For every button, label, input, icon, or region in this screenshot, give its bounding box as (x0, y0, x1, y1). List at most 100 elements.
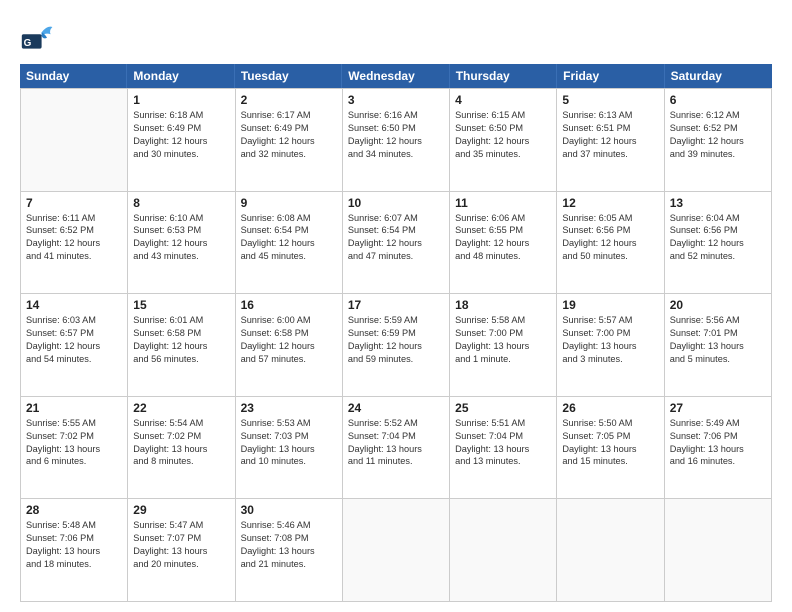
sunset: Sunset: 6:58 PM (241, 327, 337, 340)
sunset: Sunset: 7:00 PM (455, 327, 551, 340)
daylight-hours: Daylight: 12 hours (455, 237, 551, 250)
day-4: 4Sunrise: 6:15 AMSunset: 6:50 PMDaylight… (450, 89, 557, 191)
daylight-hours: Daylight: 12 hours (348, 237, 444, 250)
daylight-minutes: and 11 minutes. (348, 455, 444, 468)
daylight-minutes: and 1 minute. (455, 353, 551, 366)
week-1: 1Sunrise: 6:18 AMSunset: 6:49 PMDaylight… (21, 89, 772, 192)
sunrise: Sunrise: 5:52 AM (348, 417, 444, 430)
day-15: 15Sunrise: 6:01 AMSunset: 6:58 PMDayligh… (128, 294, 235, 396)
sunset: Sunset: 6:54 PM (241, 224, 337, 237)
daylight-minutes: and 34 minutes. (348, 148, 444, 161)
sunset: Sunset: 6:53 PM (133, 224, 229, 237)
daylight-minutes: and 35 minutes. (455, 148, 551, 161)
daylight-minutes: and 52 minutes. (670, 250, 766, 263)
sunset: Sunset: 7:08 PM (241, 532, 337, 545)
sunset: Sunset: 6:54 PM (348, 224, 444, 237)
day-1: 1Sunrise: 6:18 AMSunset: 6:49 PMDaylight… (128, 89, 235, 191)
sunrise: Sunrise: 6:15 AM (455, 109, 551, 122)
sunrise: Sunrise: 5:49 AM (670, 417, 766, 430)
day-number: 14 (26, 298, 122, 312)
day-header-saturday: Saturday (665, 64, 772, 88)
day-27: 27 Sunrise: 5:49 AMSunset: 7:06 PMDayligh… (665, 397, 772, 499)
sunset: Sunset: 7:06 PM (26, 532, 122, 545)
daylight-minutes: and 37 minutes. (562, 148, 658, 161)
sunset: Sunset: 6:50 PM (455, 122, 551, 135)
day-header-wednesday: Wednesday (342, 64, 449, 88)
daylight-hours: Daylight: 13 hours (455, 340, 551, 353)
page: G SundayMondayTuesdayWednesdayThursdayFr… (0, 0, 792, 612)
daylight-hours: Daylight: 12 hours (241, 340, 337, 353)
sunset: Sunset: 6:49 PM (133, 122, 229, 135)
daylight-minutes: and 5 minutes. (670, 353, 766, 366)
daylight-hours: Daylight: 12 hours (133, 135, 229, 148)
day-number: 16 (241, 298, 337, 312)
sunrise: Sunrise: 6:12 AM (670, 109, 766, 122)
sunset: Sunset: 6:50 PM (348, 122, 444, 135)
daylight-hours: Daylight: 12 hours (562, 135, 658, 148)
sunrise: Sunrise: 6:08 AM (241, 212, 337, 225)
day-23: 23Sunrise: 5:53 AMSunset: 7:03 PMDayligh… (236, 397, 343, 499)
daylight-minutes: and 6 minutes. (26, 455, 122, 468)
daylight-minutes: and 3 minutes. (562, 353, 658, 366)
day-3: 3Sunrise: 6:16 AMSunset: 6:50 PMDaylight… (343, 89, 450, 191)
week-4: 21Sunrise: 5:55 AMSunset: 7:02 PMDayligh… (21, 397, 772, 500)
sunrise: Sunrise: 5:48 AM (26, 519, 122, 532)
empty-cell (450, 499, 557, 601)
week-2: 7Sunrise: 6:11 AMSunset: 6:52 PMDaylight… (21, 192, 772, 295)
day-number: 25 (455, 401, 551, 415)
day-number: 13 (670, 196, 766, 210)
day-number: 4 (455, 93, 551, 107)
daylight-minutes: and 41 minutes. (26, 250, 122, 263)
sunset: Sunset: 7:07 PM (133, 532, 229, 545)
day-11: 11Sunrise: 6:06 AMSunset: 6:55 PMDayligh… (450, 192, 557, 294)
day-8: 8Sunrise: 6:10 AMSunset: 6:53 PMDaylight… (128, 192, 235, 294)
day-19: 19Sunrise: 5:57 AMSunset: 7:00 PMDayligh… (557, 294, 664, 396)
daylight-minutes: and 43 minutes. (133, 250, 229, 263)
day-number: 27 (670, 401, 766, 415)
daylight-minutes: and 16 minutes. (670, 455, 766, 468)
daylight-hours: Daylight: 13 hours (670, 443, 766, 456)
day-18: 18Sunrise: 5:58 AMSunset: 7:00 PMDayligh… (450, 294, 557, 396)
daylight-minutes: and 47 minutes. (348, 250, 444, 263)
daylight-hours: Daylight: 13 hours (562, 443, 658, 456)
day-12: 12Sunrise: 6:05 AMSunset: 6:56 PMDayligh… (557, 192, 664, 294)
day-9: 9Sunrise: 6:08 AMSunset: 6:54 PMDaylight… (236, 192, 343, 294)
daylight-minutes: and 54 minutes. (26, 353, 122, 366)
sunrise: Sunrise: 5:53 AM (241, 417, 337, 430)
day-number: 8 (133, 196, 229, 210)
empty-cell (343, 499, 450, 601)
daylight-minutes: and 8 minutes. (133, 455, 229, 468)
daylight-hours: Daylight: 12 hours (670, 237, 766, 250)
daylight-minutes: and 59 minutes. (348, 353, 444, 366)
day-number: 7 (26, 196, 122, 210)
day-number: 11 (455, 196, 551, 210)
sunrise: Sunrise: 5:58 AM (455, 314, 551, 327)
day-number: 9 (241, 196, 337, 210)
daylight-minutes: and 56 minutes. (133, 353, 229, 366)
sunrise: Sunrise: 5:57 AM (562, 314, 658, 327)
daylight-minutes: and 15 minutes. (562, 455, 658, 468)
daylight-hours: Daylight: 13 hours (133, 545, 229, 558)
sunrise: Sunrise: 5:56 AM (670, 314, 766, 327)
day-number: 15 (133, 298, 229, 312)
daylight-minutes: and 45 minutes. (241, 250, 337, 263)
daylight-minutes: and 39 minutes. (670, 148, 766, 161)
sunrise: Sunrise: 6:01 AM (133, 314, 229, 327)
day-number: 30 (241, 503, 337, 517)
daylight-minutes: and 20 minutes. (133, 558, 229, 571)
day-number: 28 (26, 503, 122, 517)
sunrise: Sunrise: 6:11 AM (26, 212, 122, 225)
week-3: 14Sunrise: 6:03 AMSunset: 6:57 PMDayligh… (21, 294, 772, 397)
day-header-friday: Friday (557, 64, 664, 88)
day-13: 13Sunrise: 6:04 AMSunset: 6:56 PMDayligh… (665, 192, 772, 294)
daylight-minutes: and 21 minutes. (241, 558, 337, 571)
day-number: 5 (562, 93, 658, 107)
sunset: Sunset: 7:06 PM (670, 430, 766, 443)
day-29: 29Sunrise: 5:47 AMSunset: 7:07 PMDayligh… (128, 499, 235, 601)
day-number: 21 (26, 401, 122, 415)
sunset: Sunset: 7:02 PM (26, 430, 122, 443)
daylight-hours: Daylight: 13 hours (133, 443, 229, 456)
daylight-minutes: and 32 minutes. (241, 148, 337, 161)
day-number: 20 (670, 298, 766, 312)
calendar-header: SundayMondayTuesdayWednesdayThursdayFrid… (20, 64, 772, 88)
